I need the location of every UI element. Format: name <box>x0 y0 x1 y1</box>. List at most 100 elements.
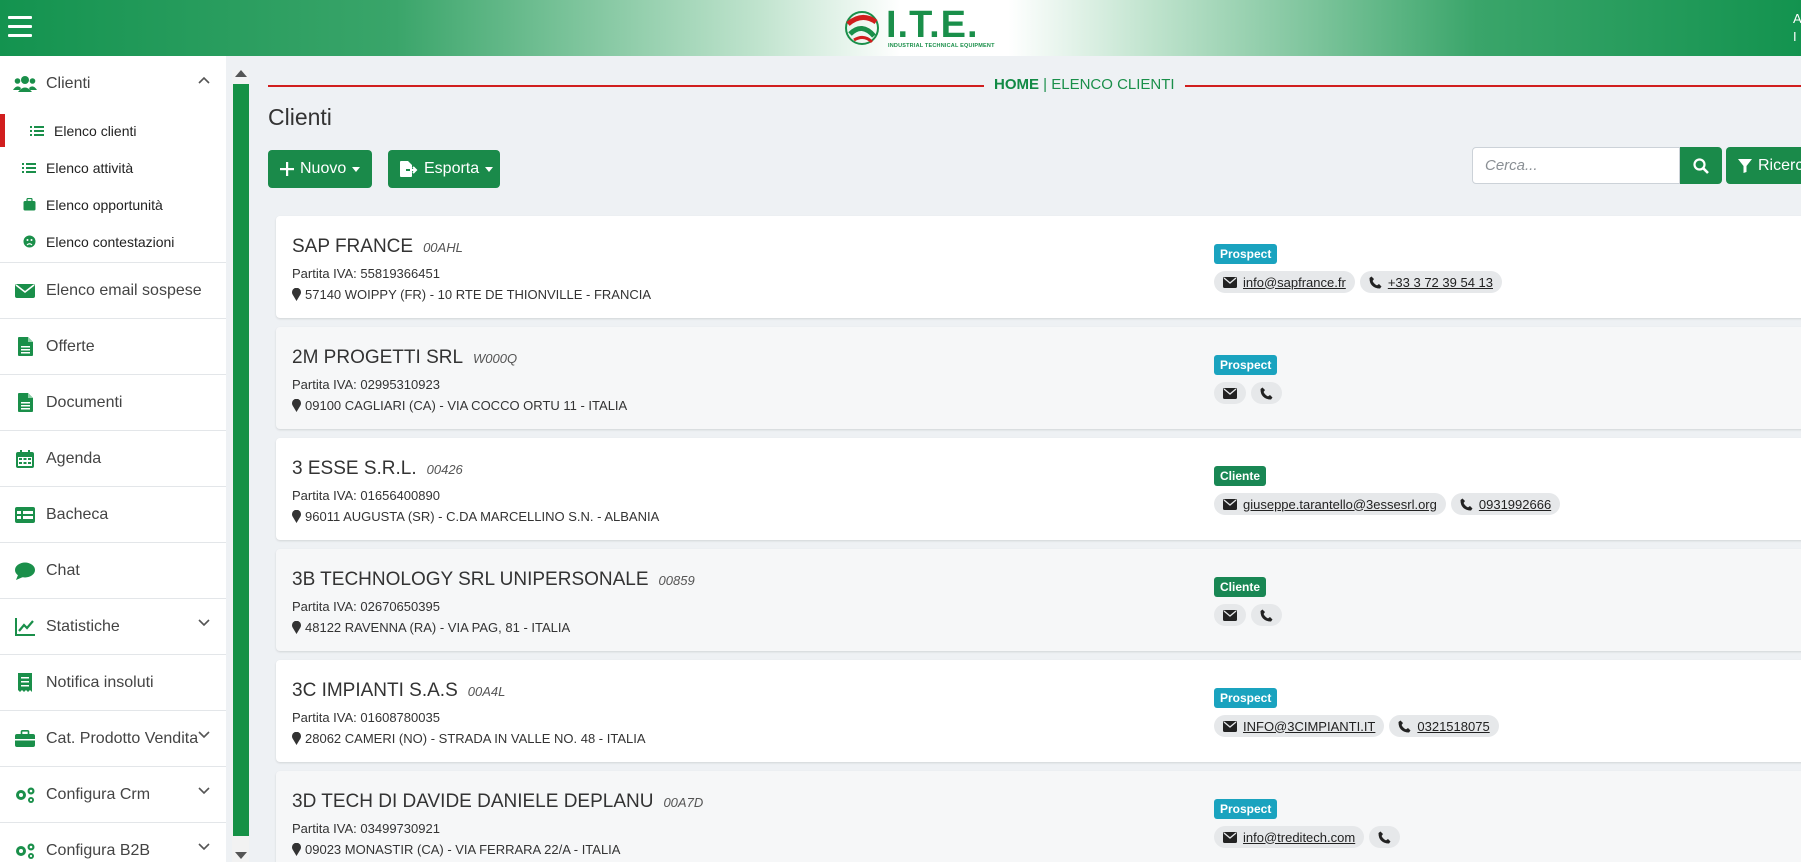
email-pill[interactable]: INFO@3CIMPIANTI.IT <box>1214 715 1385 737</box>
sidebar-sub-label: Elenco contestazioni <box>46 233 175 250</box>
logo-text: I.T.E. <box>886 4 979 46</box>
esporta-button[interactable]: Esporta <box>388 150 500 188</box>
client-piva: Partita IVA: 02670650395 <box>292 599 440 614</box>
chat-icon <box>12 561 38 581</box>
client-card[interactable]: SAP FRANCE 00AHL Partita IVA: 55819366451… <box>276 216 1801 318</box>
email-link[interactable]: info@treditech.com <box>1243 830 1355 845</box>
sidebar-item-email-sospese[interactable]: Elenco email sospese <box>0 263 226 319</box>
sidebar-item-offerte[interactable]: Offerte <box>0 319 226 375</box>
client-name: 3D TECH DI DAVIDE DANIELE DEPLANU <box>292 791 654 812</box>
envelope-icon <box>1223 276 1237 288</box>
sidebar-item-documenti[interactable]: Documenti <box>0 375 226 431</box>
phone-pill[interactable]: 0321518075 <box>1389 715 1499 737</box>
email-link[interactable]: giuseppe.tarantello@3essesrl.org <box>1243 497 1437 512</box>
phone-pill[interactable]: +33 3 72 39 54 13 <box>1359 271 1502 293</box>
breadcrumb-home-link[interactable]: HOME <box>994 76 1039 93</box>
phone-link[interactable]: 0931992666 <box>1479 497 1551 512</box>
ricerca-filter-button[interactable]: Ricerca <box>1726 147 1801 184</box>
client-code: W000Q <box>473 351 518 366</box>
sidebar-item-label: Cat. Prodotto Vendita <box>46 729 199 747</box>
sidebar-item-chat[interactable]: Chat <box>0 543 226 599</box>
status-badge: Cliente <box>1214 577 1267 597</box>
sidebar-item-elenco-contestazioni[interactable]: Elenco contestazioni <box>0 223 226 260</box>
sidebar-item-elenco-attivita[interactable]: Elenco attività <box>0 149 226 186</box>
envelope-icon <box>1223 498 1237 510</box>
top-header: I.T.E. INDUSTRIAL TECHNICAL EQUIPMENT A … <box>0 0 1801 56</box>
email-pill[interactable] <box>1214 604 1246 626</box>
sidebar-item-label: Clienti <box>46 75 91 92</box>
email-link[interactable]: info@sapfrance.fr <box>1243 275 1346 290</box>
email-link[interactable]: INFO@3CIMPIANTI.IT <box>1243 719 1375 734</box>
logo-subtitle: INDUSTRIAL TECHNICAL EQUIPMENT <box>888 43 995 49</box>
client-piva: Partita IVA: 01656400890 <box>292 488 440 503</box>
sidebar-item-elenco-opportunita[interactable]: Elenco opportunità <box>0 186 226 223</box>
file-icon <box>12 393 38 413</box>
sidebar-item-configura-crm[interactable]: Configura Crm <box>0 767 226 823</box>
sidebar-item-label: Agenda <box>46 449 102 467</box>
envelope-icon <box>1223 387 1237 399</box>
breadcrumb-current: ELENCO CLIENTI <box>1051 76 1175 93</box>
scroll-up-arrow-icon[interactable] <box>235 70 247 77</box>
sidebar-item-elenco-clienti[interactable]: Elenco clienti <box>0 112 226 149</box>
email-pill[interactable]: info@sapfrance.fr <box>1214 271 1355 293</box>
phone-pill[interactable] <box>1369 826 1401 848</box>
sidebar-item-cat-prodotto-vendita[interactable]: Cat. Prodotto Vendita <box>0 711 226 767</box>
envelope-icon <box>1223 609 1237 621</box>
clienti-submenu: Elenco clienti Elenco attività Elenco op… <box>0 112 226 263</box>
email-pill[interactable]: info@treditech.com <box>1214 826 1365 848</box>
sidebar-item-clienti[interactable]: Clienti <box>0 56 226 112</box>
contact-pills: info@sapfrance.fr +33 3 72 39 54 13 <box>1214 271 1502 293</box>
sidebar-item-bacheca[interactable]: Bacheca <box>0 487 226 543</box>
search-button[interactable] <box>1680 147 1722 184</box>
scrollbar-thumb[interactable] <box>233 84 249 836</box>
sidebar-item-configura-b2b[interactable]: Configura B2B <box>0 823 226 862</box>
phone-icon <box>1369 276 1382 289</box>
company-logo[interactable]: I.T.E. INDUSTRIAL TECHNICAL EQUIPMENT <box>842 4 994 52</box>
list-icon <box>22 161 36 175</box>
phone-link[interactable]: 0321518075 <box>1417 719 1489 734</box>
client-code: 00426 <box>426 462 463 477</box>
breadcrumb: HOME | ELENCO CLIENTI <box>984 76 1185 93</box>
list-icon <box>30 124 44 138</box>
hamburger-menu-icon[interactable] <box>8 16 32 38</box>
phone-pill[interactable]: 0931992666 <box>1450 493 1561 515</box>
status-badge: Prospect <box>1214 244 1278 264</box>
client-card[interactable]: 2M PROGETTI SRL W000Q Partita IVA: 029953… <box>276 327 1801 429</box>
status-badge: Prospect <box>1214 799 1278 819</box>
map-marker-icon <box>292 510 301 523</box>
user-menu[interactable]: A I <box>1793 10 1801 46</box>
sidebar-item-label: Configura Crm <box>46 785 151 803</box>
sidebar: Clienti Elenco clienti Elenco attività E… <box>0 56 226 862</box>
client-card[interactable]: 3C IMPIANTI S.A.S 00A4L Partita IVA: 0160… <box>276 660 1801 762</box>
client-name: 3B TECHNOLOGY SRL UNIPERSONALE <box>292 569 649 590</box>
contact-pills: INFO@3CIMPIANTI.IT 0321518075 <box>1214 715 1499 737</box>
client-address: 57140 WOIPPY (FR) - 10 RTE DE THIONVILLE… <box>305 287 652 302</box>
search-input[interactable] <box>1472 147 1680 184</box>
sidebar-item-label: Documenti <box>46 393 123 411</box>
client-card[interactable]: 3 ESSE S.R.L. 00426 Partita IVA: 01656400… <box>276 438 1801 540</box>
phone-link[interactable]: +33 3 72 39 54 13 <box>1388 275 1493 290</box>
search-icon <box>1693 157 1709 174</box>
sidebar-item-statistiche[interactable]: Statistiche <box>0 599 226 655</box>
sidebar-item-notifica-insoluti[interactable]: Notifica insoluti <box>0 655 226 711</box>
chevron-down-icon <box>198 843 210 851</box>
client-card[interactable]: 3D TECH DI DAVIDE DANIELE DEPLANU 00A7D P… <box>276 771 1801 862</box>
sidebar-item-agenda[interactable]: Agenda <box>0 431 226 487</box>
receipt-icon <box>12 673 38 693</box>
chevron-down-icon <box>198 619 210 627</box>
email-pill[interactable]: giuseppe.tarantello@3essesrl.org <box>1214 493 1446 515</box>
phone-pill[interactable] <box>1251 604 1282 626</box>
email-pill[interactable] <box>1214 382 1246 404</box>
scroll-down-arrow-icon[interactable] <box>235 852 247 859</box>
nuovo-button-label: Nuovo <box>300 160 347 177</box>
client-card[interactable]: 3B TECHNOLOGY SRL UNIPERSONALE 00859 Part… <box>276 549 1801 651</box>
phone-pill[interactable] <box>1251 382 1282 404</box>
client-piva: Partita IVA: 02995310923 <box>292 377 440 392</box>
client-name-row: 3C IMPIANTI S.A.S 00A4L <box>292 680 505 702</box>
filter-button-label: Ricerca <box>1758 156 1801 174</box>
logo-mark-icon <box>845 11 879 45</box>
nuovo-button[interactable]: Nuovo <box>268 150 372 188</box>
frown-icon <box>22 235 36 249</box>
client-name-row: 2M PROGETTI SRL W000Q <box>292 347 517 369</box>
page-title: Clienti <box>268 104 332 130</box>
